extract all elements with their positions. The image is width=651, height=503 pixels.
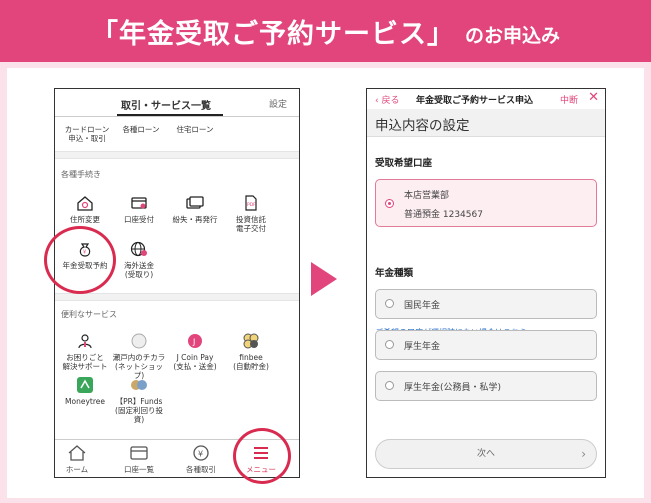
yen-transfer-icon: ¥ (193, 445, 209, 461)
page-title: 申込内容の設定 (375, 118, 470, 134)
account-line-1: 本店営業部 (404, 191, 450, 201)
address-change-label: 住所変更 (70, 215, 100, 224)
address-change-item[interactable]: 住所変更 (57, 195, 113, 224)
radio-icon (385, 381, 394, 390)
loans-item[interactable]: 各種ローン (113, 125, 169, 134)
jcoin-pay-label: J Coin Pay (支払・送金) (173, 353, 217, 371)
overseas-remittance-label: 海外送金 (受取り) (124, 261, 154, 279)
card-stack-icon (186, 196, 204, 209)
banner-subtitle: のお申込み (464, 24, 560, 47)
account-book-icon (130, 446, 148, 460)
radio-selected-icon (385, 199, 394, 208)
card-icon (131, 197, 147, 209)
service-tab-bar: 取引・サービス一覧 設定 (55, 89, 299, 117)
account-reception-label: 口座受付 (124, 215, 154, 224)
option-public-label: 厚生年金(公務員・私学) (404, 383, 502, 393)
section-divider (55, 151, 299, 159)
pdf-icon: PDF (245, 195, 257, 211)
funds-label: 【PR】Funds (固定利回り投資) (115, 397, 163, 424)
pension-option-public[interactable]: 厚生年金(公務員・私学) (375, 371, 597, 401)
next-label: 次へ (476, 449, 495, 459)
nav-transactions[interactable]: ¥ 各種取引 (171, 444, 231, 475)
account-label: 受取希望口座 (375, 158, 433, 169)
home-icon (68, 445, 86, 461)
setouchi-shop-item[interactable]: 瀬戸内のチカラ (ネットショップ) (111, 333, 167, 380)
svg-text:J: J (192, 338, 195, 347)
funds-logo-icon (131, 380, 147, 390)
account-reception-item[interactable]: 口座受付 (111, 195, 167, 224)
housing-loan-label: 住宅ローン (176, 125, 214, 134)
loan-row: カードローン 申込・取引 各種ローン 住宅ローン (55, 119, 299, 149)
investment-e-delivery-label: 投資信託 電子交付 (236, 215, 266, 233)
next-button[interactable]: 次へ › (375, 439, 597, 469)
moneytree-logo-icon (77, 377, 93, 393)
svg-text:¥: ¥ (198, 450, 203, 459)
chevron-right-icon: › (581, 447, 586, 461)
card-loan-item[interactable]: カードローン 申込・取引 (59, 125, 115, 143)
pension-option-employee[interactable]: 厚生年金 (375, 330, 597, 360)
arrow-right-icon (311, 262, 337, 296)
moneytree-item[interactable]: Moneytree (57, 377, 113, 406)
housing-loan-item[interactable]: 住宅ローン (167, 125, 223, 134)
option-national-label: 国民年金 (404, 301, 441, 311)
pension-option-national[interactable]: 国民年金 (375, 289, 597, 319)
globe-icon (130, 241, 147, 257)
account-option-selected[interactable]: 本店営業部 普通預金 1234567 (375, 179, 597, 227)
nav-home[interactable]: ホーム (55, 444, 107, 475)
pension-highlight-circle (44, 226, 116, 294)
trouble-support-item[interactable]: お困りごと 解決サポート (57, 333, 113, 371)
lost-reissue-item[interactable]: 紛失・再発行 (167, 195, 223, 224)
jcoin-pay-item[interactable]: J J Coin Pay (支払・送金) (167, 333, 223, 371)
back-button[interactable]: ‹ 戻る (375, 93, 399, 106)
section-divider-2 (55, 293, 299, 301)
svg-text:PDF: PDF (247, 202, 256, 208)
moneytree-label: Moneytree (65, 397, 105, 406)
funds-item[interactable]: 【PR】Funds (固定利回り投資) (111, 377, 167, 424)
trouble-support-label: お困りごと 解決サポート (62, 353, 108, 371)
tab-service-list[interactable]: 取引・サービス一覧 (121, 97, 211, 112)
jcoin-logo-icon: J (188, 334, 202, 348)
radio-icon (385, 299, 394, 308)
nav-accounts-label: 口座一覧 (124, 465, 154, 474)
nav-home-label: ホーム (65, 465, 89, 474)
banner: 「年金受取ご予約サービス」 のお申込み (0, 0, 651, 62)
setouchi-logo-icon (131, 333, 147, 349)
nav-accounts[interactable]: 口座一覧 (109, 444, 169, 475)
title-band: 申込内容の設定 (367, 109, 605, 137)
lost-reissue-label: 紛失・再発行 (172, 215, 218, 224)
header-title: 年金受取ご予約サービス申込 (416, 96, 534, 106)
tab-underline (117, 114, 223, 116)
interrupt-button[interactable]: 中断 (560, 93, 578, 106)
pension-type-label: 年金種類 (375, 268, 414, 279)
finbee-item[interactable]: finbee (自動貯金) (223, 333, 279, 371)
overseas-remittance-item[interactable]: 海外送金 (受取り) (111, 241, 167, 279)
investment-e-delivery-item[interactable]: PDF 投資信託 電子交付 (223, 195, 279, 233)
close-icon[interactable]: ✕ (588, 90, 599, 105)
menu-highlight-circle (233, 428, 291, 484)
finbee-label: finbee (自動貯金) (233, 353, 269, 371)
home-refresh-icon (77, 196, 93, 211)
account-line-2: 普通預金 1234567 (404, 210, 483, 220)
nav-transactions-label: 各種取引 (186, 465, 216, 474)
loans-label: 各種ローン (122, 125, 160, 134)
option-employee-label: 厚生年金 (404, 342, 441, 352)
section-title-services: 便利なサービス (61, 310, 117, 319)
tab-settings[interactable]: 設定 (269, 97, 287, 110)
section-title-procedures: 各種手続き (61, 170, 101, 179)
form-header: ‹ 戻る 年金受取ご予約サービス申込 中断 ✕ (367, 89, 605, 109)
banner-title: 「年金受取ご予約サービス」 (90, 18, 455, 50)
card-loan-label: カードローン 申込・取引 (64, 125, 110, 143)
setouchi-shop-label: 瀬戸内のチカラ (ネットショップ) (112, 353, 166, 380)
radio-icon (385, 340, 394, 349)
person-support-icon (78, 334, 92, 349)
right-phone-screen: ‹ 戻る 年金受取ご予約サービス申込 中断 ✕ 申込内容の設定 受取希望口座 本… (366, 88, 606, 478)
back-label: 戻る (381, 96, 400, 106)
finbee-logo-icon (243, 333, 259, 349)
